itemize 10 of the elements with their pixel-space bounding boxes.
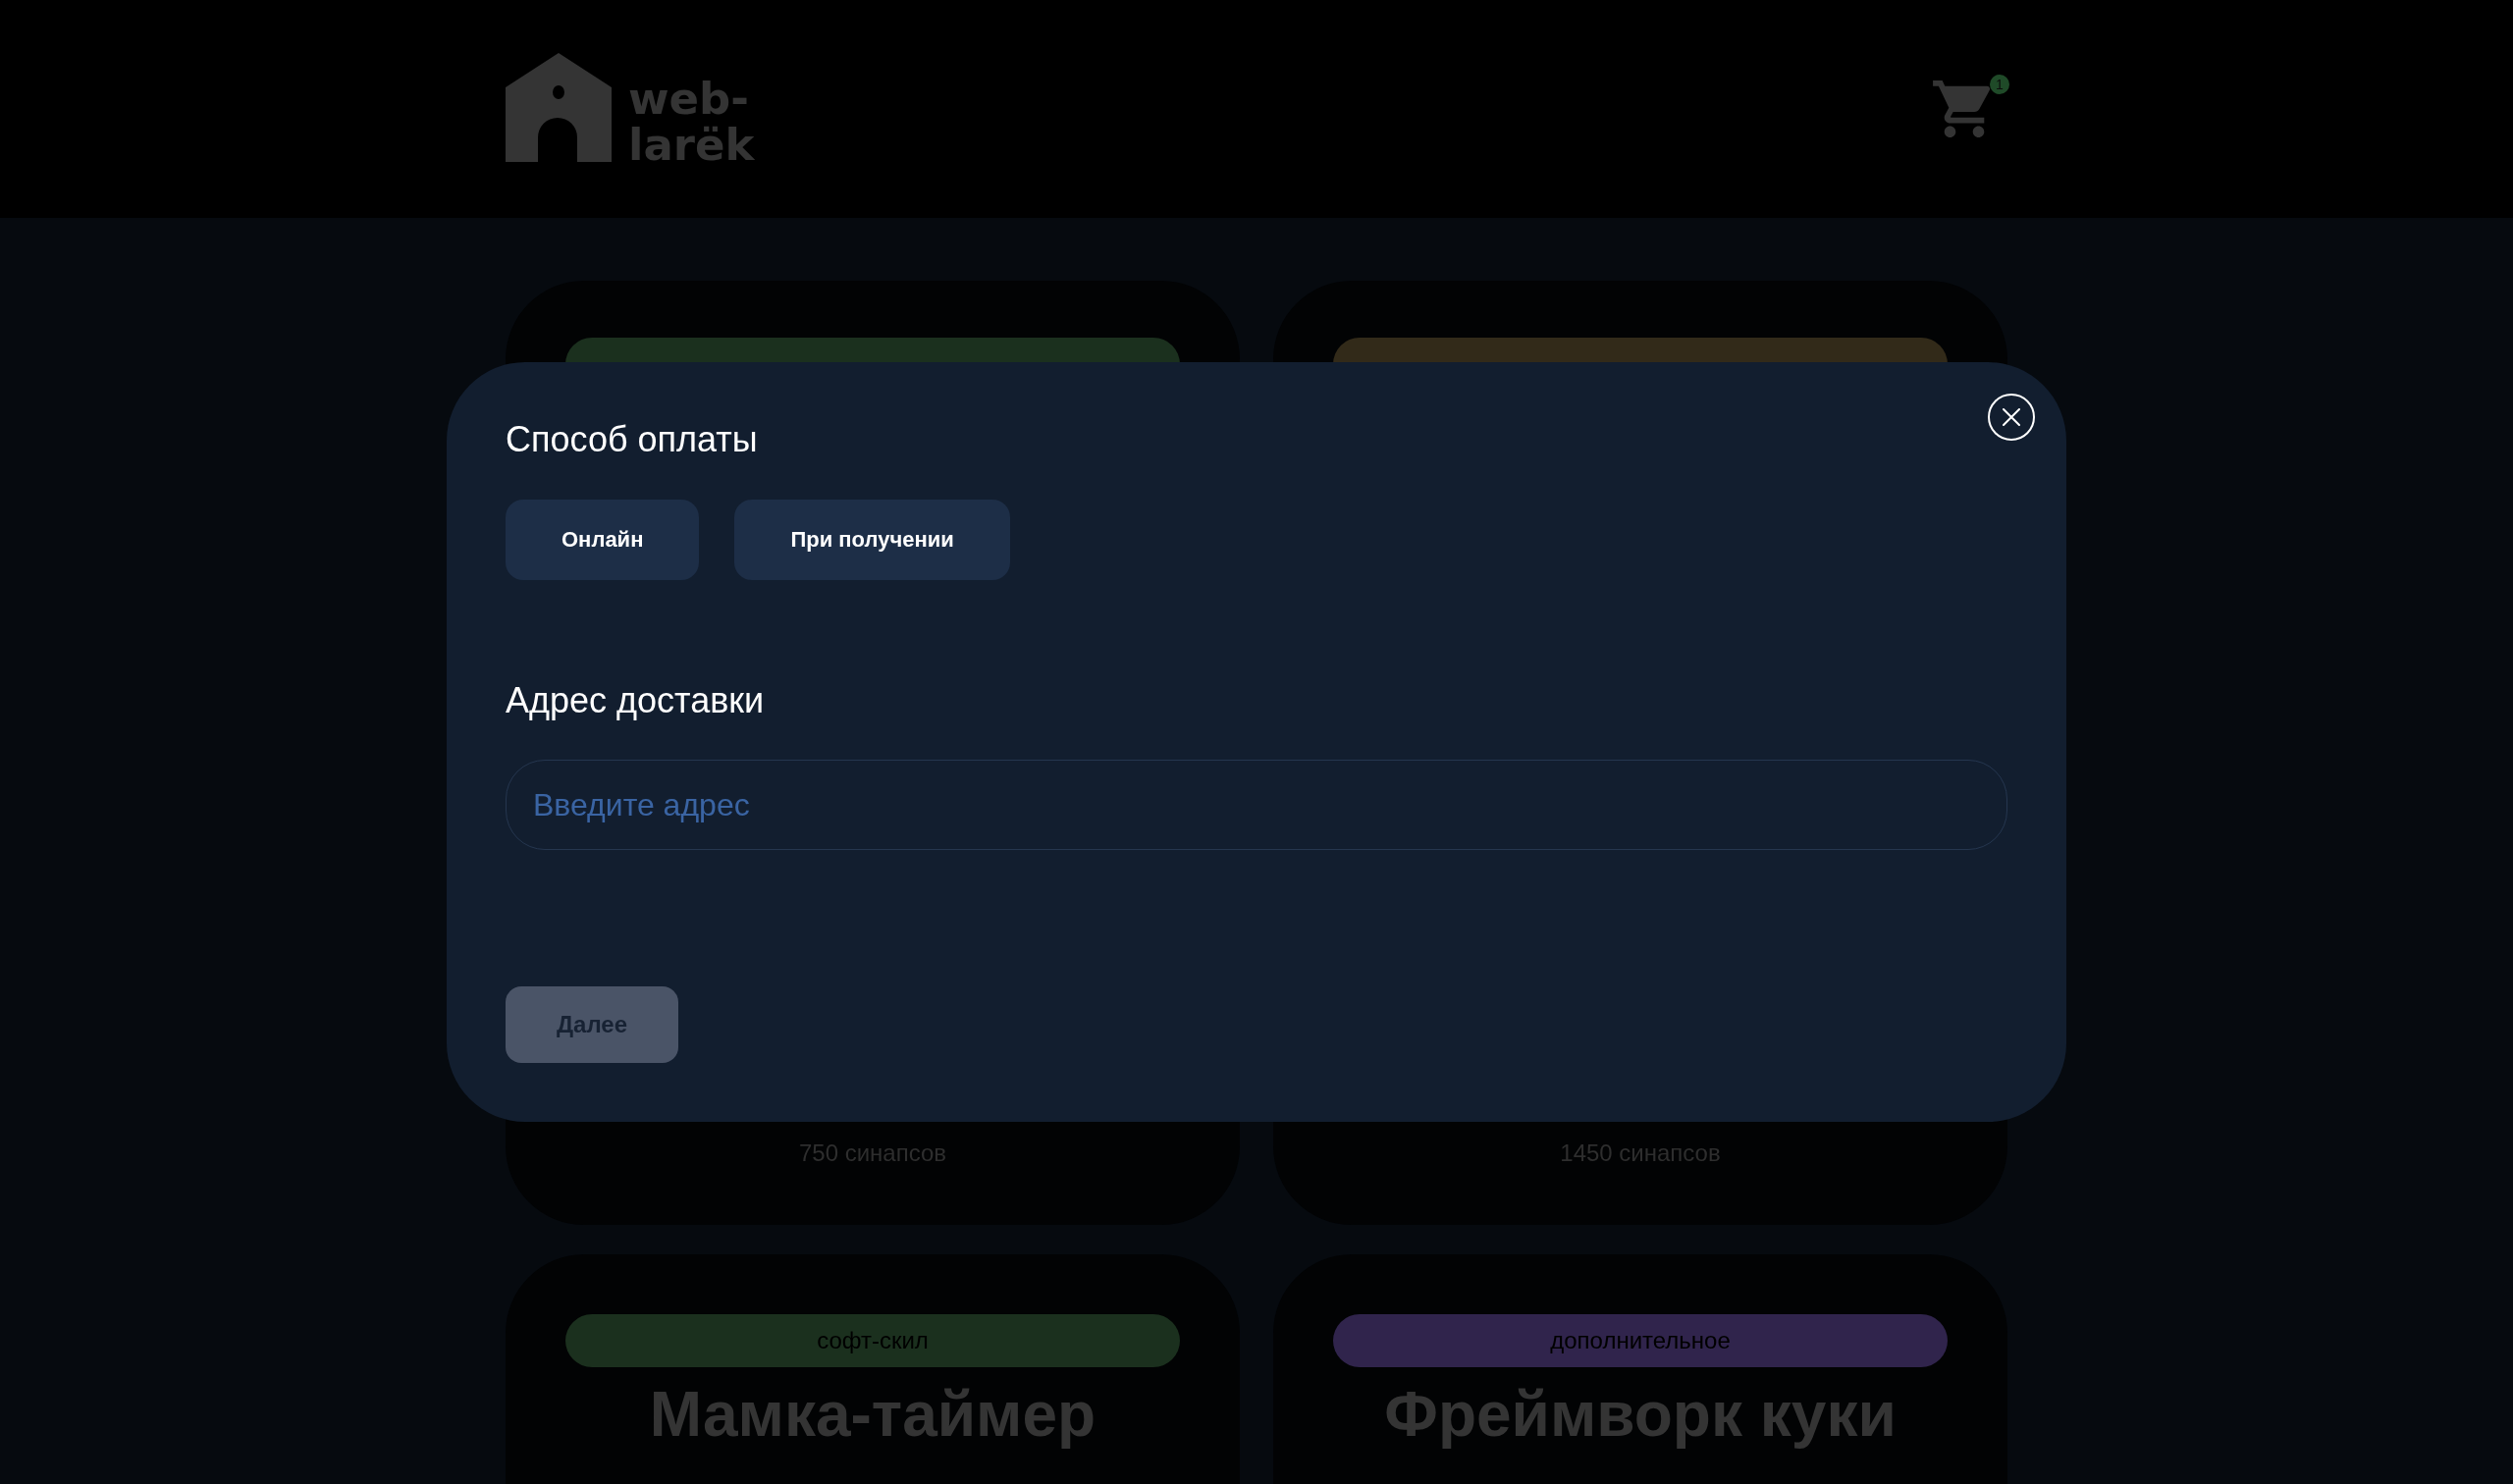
address-field[interactable]: Введите адрес: [506, 760, 2007, 850]
close-button[interactable]: [1988, 394, 2035, 441]
category-tag: дополнительное: [1333, 1314, 1948, 1367]
cart-count: 1: [1990, 75, 2009, 94]
payment-option[interactable]: Онлайн: [506, 500, 700, 580]
section-title: Адрес доставки: [506, 679, 765, 721]
house-logo-icon[interactable]: [506, 52, 612, 162]
payment-option[interactable]: При получении: [734, 500, 1010, 580]
close-icon: [2003, 408, 2020, 426]
section-title: Способ оплаты: [506, 418, 758, 460]
